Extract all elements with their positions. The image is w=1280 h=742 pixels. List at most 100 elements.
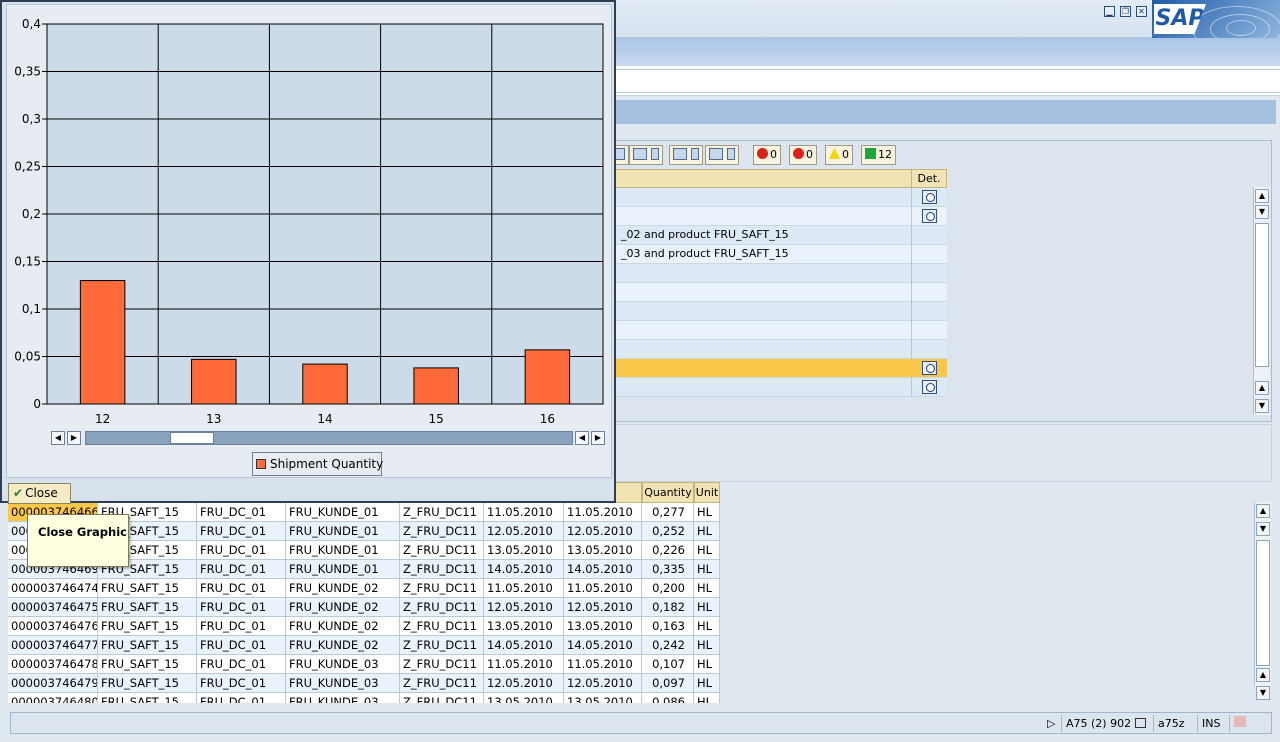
table-cell[interactable]: HL (694, 579, 720, 598)
table-cell[interactable]: 12.05.2010 (564, 522, 642, 541)
scroll-left-icon[interactable]: ▶ (67, 431, 81, 445)
table-cell[interactable]: FRU_DC_01 (197, 693, 286, 703)
table-cell[interactable]: HL (694, 655, 720, 674)
table-cell[interactable]: 0,163 (642, 617, 694, 636)
table-cell[interactable]: 000003746477 (8, 636, 98, 655)
table-cell[interactable]: FRU_DC_01 (197, 655, 286, 674)
layout-button[interactable] (629, 145, 663, 165)
table-cell[interactable]: FRU_KUNDE_02 (286, 636, 400, 655)
table-cell[interactable]: 11.05.2010 (564, 655, 642, 674)
table-cell[interactable]: 000003746476 (8, 617, 98, 636)
magnifier-icon[interactable] (922, 361, 937, 375)
view-button[interactable] (705, 145, 739, 165)
table-cell[interactable]: FRU_KUNDE_02 (286, 617, 400, 636)
table-cell[interactable]: 12.05.2010 (564, 598, 642, 617)
table-cell[interactable]: 0,226 (642, 541, 694, 560)
table-cell[interactable]: 13.05.2010 (484, 617, 564, 636)
scroll-up-icon[interactable]: ▲ (1255, 381, 1269, 395)
table-cell[interactable]: FRU_SAFT_15 (98, 617, 197, 636)
message-row[interactable] (613, 378, 947, 397)
table-cell[interactable]: 000003746478 (8, 655, 98, 674)
scroll-up-icon[interactable]: ▲ (1255, 189, 1269, 203)
table-cell[interactable]: 11.05.2010 (484, 655, 564, 674)
table-cell[interactable]: FRU_KUNDE_02 (286, 579, 400, 598)
table-cell[interactable]: 12.05.2010 (484, 522, 564, 541)
session-list-icon[interactable] (1134, 718, 1146, 728)
table-cell[interactable]: 13.05.2010 (484, 693, 564, 703)
table-cell[interactable]: 11.05.2010 (564, 579, 642, 598)
table-cell[interactable]: 13.05.2010 (564, 541, 642, 560)
table-cell[interactable]: FRU_KUNDE_01 (286, 560, 400, 579)
status-expand-icon[interactable]: ▷ (1043, 715, 1059, 732)
table-cell[interactable]: FRU_DC_01 (197, 674, 286, 693)
table-cell[interactable]: FRU_DC_01 (197, 617, 286, 636)
table-cell[interactable]: FRU_KUNDE_01 (286, 541, 400, 560)
table-cell[interactable]: 14.05.2010 (564, 560, 642, 579)
message-list-scrollbar[interactable]: ▲ ▼ ▲ ▼ (1253, 187, 1270, 415)
table-cell[interactable]: 0,242 (642, 636, 694, 655)
table-cell[interactable]: 13.05.2010 (564, 617, 642, 636)
message-row[interactable]: _03 and product FRU_SAFT_15 (613, 245, 947, 264)
table-cell[interactable]: FRU_KUNDE_01 (286, 503, 400, 522)
table-cell[interactable]: FRU_KUNDE_03 (286, 674, 400, 693)
table-cell[interactable]: 11.05.2010 (484, 503, 564, 522)
table-cell[interactable]: 12.05.2010 (484, 674, 564, 693)
table-cell[interactable]: 000003746475 (8, 598, 98, 617)
table-cell[interactable]: 0,086 (642, 693, 694, 703)
table-cell[interactable]: Z_FRU_DC11 (400, 579, 484, 598)
magnifier-icon[interactable] (922, 380, 937, 394)
table-cell[interactable]: FRU_DC_01 (197, 579, 286, 598)
table-cell[interactable]: FRU_SAFT_15 (98, 693, 197, 703)
table-cell[interactable]: 12.05.2010 (484, 598, 564, 617)
table-row[interactable]: 000003746478 FRU_SAFT_15 FRU_DC_01 FRU_KUND… (8, 655, 720, 674)
table-row[interactable]: 000003746477 FRU_SAFT_15 FRU_DC_01 FRU_KUND… (8, 636, 720, 655)
insert-mode[interactable]: INS (1197, 715, 1224, 732)
message-row[interactable] (613, 283, 947, 302)
table-cell[interactable]: Z_FRU_DC11 (400, 617, 484, 636)
table-cell[interactable]: 0,107 (642, 655, 694, 674)
scroll-down-icon[interactable]: ▼ (1256, 686, 1270, 700)
message-row[interactable] (613, 207, 947, 226)
scrollbar-thumb[interactable] (1255, 223, 1269, 367)
table-cell[interactable]: 000003746474 (8, 579, 98, 598)
ok-filter-button[interactable]: 12 (861, 145, 896, 165)
scroll-last-icon[interactable]: ▶ (591, 431, 605, 445)
table-cell[interactable]: 11.05.2010 (484, 579, 564, 598)
table-cell[interactable]: FRU_DC_01 (197, 503, 286, 522)
scroll-up-icon[interactable]: ▲ (1256, 668, 1270, 682)
scroll-down-icon[interactable]: ▼ (1255, 399, 1269, 413)
error-filter-button[interactable]: 0 (789, 145, 817, 165)
table-cell[interactable]: Z_FRU_DC11 (400, 655, 484, 674)
message-row[interactable] (613, 188, 947, 207)
scroll-up-icon[interactable]: ▲ (1256, 504, 1270, 518)
table-cell[interactable]: 000003746479 (8, 674, 98, 693)
scrollbar-thumb[interactable] (1256, 540, 1270, 666)
table-cell[interactable]: FRU_DC_01 (197, 522, 286, 541)
close-window-icon[interactable]: ✕ (1136, 6, 1147, 17)
magnifier-icon[interactable] (922, 209, 937, 223)
scroll-down-icon[interactable]: ▼ (1256, 522, 1270, 536)
command-field[interactable] (612, 69, 1280, 93)
table-cell[interactable]: 0,200 (642, 579, 694, 598)
warning-filter-button[interactable]: 0 (825, 145, 853, 165)
table-row[interactable]: 000003746474 FRU_SAFT_15 FRU_DC_01 FRU_KUND… (8, 579, 720, 598)
message-row[interactable] (613, 359, 947, 378)
scrollbar-track[interactable] (85, 431, 573, 445)
table-cell[interactable]: HL (694, 598, 720, 617)
table-cell[interactable]: HL (694, 693, 720, 703)
table-cell[interactable]: HL (694, 522, 720, 541)
stop-filter-button[interactable]: 0 (753, 145, 781, 165)
table-cell[interactable]: HL (694, 636, 720, 655)
chart-horizontal-scrollbar[interactable]: ◀ ▶ ◀ ▶ (51, 430, 609, 446)
table-row[interactable]: 000003746479 FRU_SAFT_15 FRU_DC_01 FRU_KUND… (8, 674, 720, 693)
scroll-down-icon[interactable]: ▼ (1255, 205, 1269, 219)
table-cell[interactable]: Z_FRU_DC11 (400, 522, 484, 541)
table-cell[interactable]: Z_FRU_DC11 (400, 693, 484, 703)
table-cell[interactable]: FRU_DC_01 (197, 541, 286, 560)
table-cell[interactable]: 0,335 (642, 560, 694, 579)
table-cell[interactable]: 14.05.2010 (484, 560, 564, 579)
message-row[interactable] (613, 302, 947, 321)
table-cell[interactable]: 0,277 (642, 503, 694, 522)
det-column-header[interactable]: Det. (911, 169, 947, 188)
message-row[interactable]: _02 and product FRU_SAFT_15 (613, 226, 947, 245)
